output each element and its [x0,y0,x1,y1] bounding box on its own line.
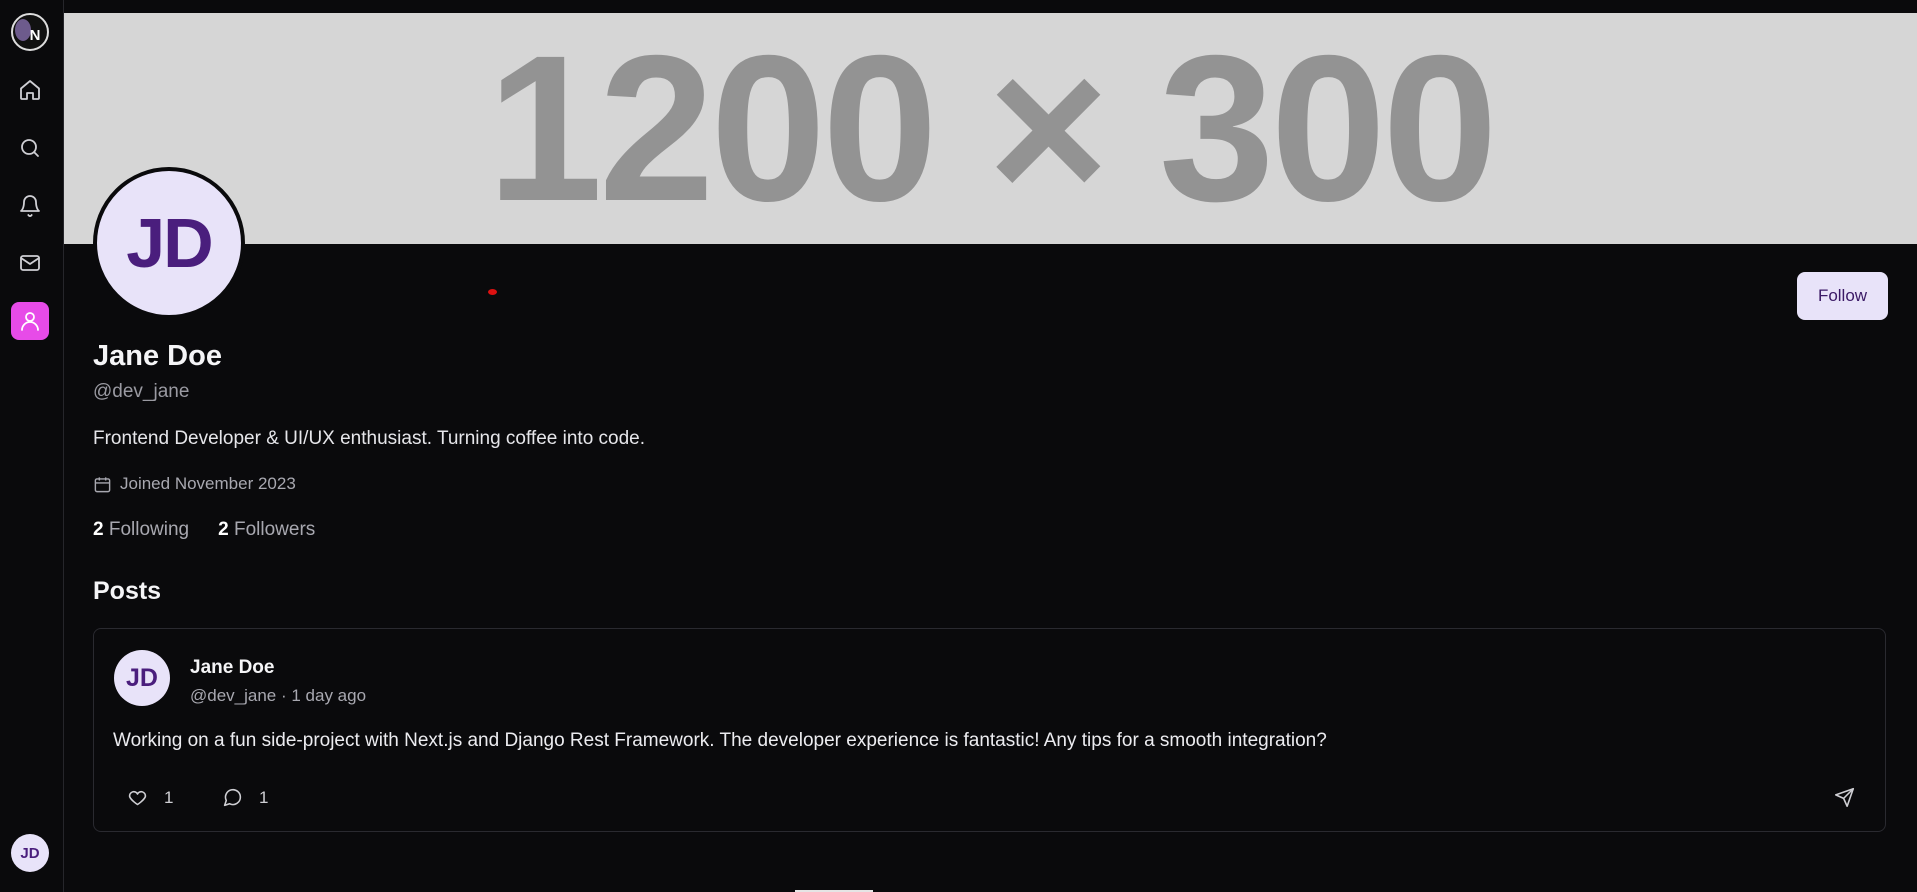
sidebar: N JD [0,0,64,892]
followers-count: 2 [218,519,229,540]
send-icon [1834,787,1855,808]
nav-home-button[interactable] [11,71,49,109]
bell-icon [20,195,40,217]
profile-handle: @dev_jane [93,381,190,402]
app-logo[interactable]: N [11,13,49,51]
comment-button[interactable]: 1 [222,787,268,808]
comment-icon [223,788,242,807]
nav-search-button[interactable] [11,129,49,167]
followers-link[interactable]: 2 Followers [218,519,315,541]
joined-text: Joined November 2023 [120,474,296,493]
profile-avatar: JD [93,167,245,319]
nav-messages-button[interactable] [11,244,49,282]
user-icon [21,312,39,331]
logo-letter: N [29,26,41,44]
current-user-avatar[interactable]: JD [11,834,49,872]
following-link[interactable]: 2 Following [93,519,189,541]
following-label: Following [108,519,190,540]
post-content: Working on a fun side-project with Next.… [113,730,1327,751]
joined-date: Joined November 2023 [93,474,296,494]
nav-profile-button[interactable] [11,302,49,340]
home-icon [20,80,40,100]
post-author-avatar[interactable]: JD [114,650,170,706]
profile-bio: Frontend Developer & UI/UX enthusiast. T… [93,428,646,449]
comment-count: 1 [259,787,269,807]
cursor-indicator [488,289,497,295]
profile-stats: 2 Following 2 Followers [93,519,315,541]
following-count: 2 [93,519,104,540]
profile-banner: 1200 × 300 [64,13,1917,244]
profile-name: Jane Doe [93,340,222,372]
like-button[interactable]: 1 [127,787,173,808]
post-card: JD Jane Doe @dev_jane · 1 day ago Workin… [93,628,1886,832]
posts-heading: Posts [93,577,162,605]
mail-icon [20,255,40,271]
post-author-name[interactable]: Jane Doe [190,657,274,679]
search-icon [21,139,39,157]
followers-label: Followers [233,519,316,540]
top-strip [64,0,1917,13]
share-button[interactable] [1834,787,1855,808]
nav-notifications-button[interactable] [11,187,49,225]
post-meta: @dev_jane · 1 day ago [190,686,367,705]
like-count: 1 [164,787,174,807]
banner-placeholder-text: 1200 × 300 [487,13,1498,244]
follow-button[interactable]: Follow [1797,272,1888,320]
calendar-icon [94,476,111,492]
heart-icon [128,790,147,806]
